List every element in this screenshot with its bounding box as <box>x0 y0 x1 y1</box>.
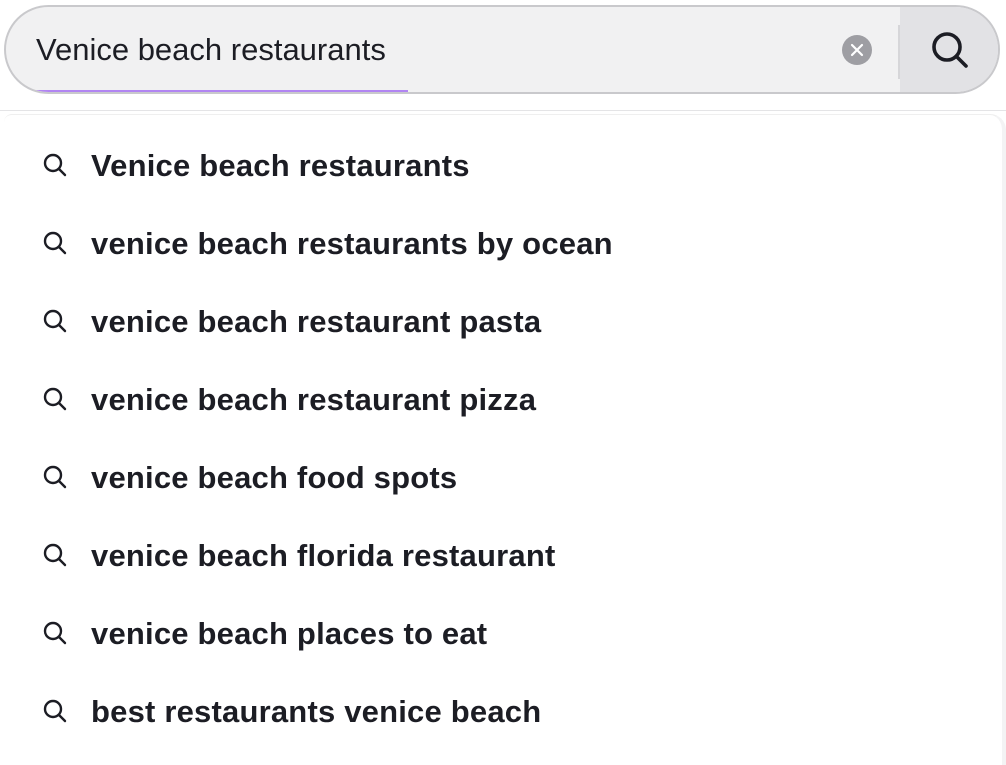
suggestion-item[interactable]: venice beach florida restaurant <box>4 505 994 583</box>
suggestion-item[interactable]: best restaurants venice beach <box>4 661 994 739</box>
search-icon <box>43 465 67 489</box>
search-icon <box>43 387 67 411</box>
suggestion-item[interactable]: venice beach places to eat <box>4 583 994 661</box>
search-icon <box>43 543 67 567</box>
suggestion-label: best restaurants venice beach <box>91 694 542 729</box>
suggestion-label: venice beach restaurant pizza <box>91 382 537 417</box>
search-submit-button[interactable] <box>900 7 998 92</box>
search-icon <box>932 31 968 68</box>
suggestion-label: venice beach florida restaurant <box>91 538 556 573</box>
clear-search-button[interactable] <box>842 35 872 65</box>
active-underline <box>34 90 408 92</box>
close-icon <box>850 43 864 57</box>
suggestion-label: venice beach restaurants by ocean <box>91 226 613 261</box>
suggestions-dropdown: Venice beach restaurants venice beach re… <box>4 114 1006 765</box>
suggestion-label: venice beach food spots <box>91 460 458 495</box>
search-header <box>0 0 1006 111</box>
search-icon <box>43 621 67 645</box>
search-icon <box>43 309 67 333</box>
suggestion-item[interactable]: venice beach food spots <box>4 427 994 505</box>
suggestion-item[interactable]: venice beach restaurant pasta <box>4 271 994 349</box>
suggestion-label: Venice beach restaurants <box>91 148 470 183</box>
suggestion-item[interactable]: venice beach restaurants by ocean <box>4 193 994 271</box>
suggestion-label: venice beach restaurant pasta <box>91 304 542 339</box>
search-icon <box>43 231 67 255</box>
search-bar <box>4 5 1000 94</box>
suggestion-label: venice beach places to eat <box>91 616 488 651</box>
suggestion-item[interactable]: Venice beach restaurants <box>4 115 994 193</box>
search-icon <box>43 699 67 723</box>
suggestion-item[interactable]: venice beach restaurant pizza <box>4 349 994 427</box>
search-icon <box>43 153 67 177</box>
search-input[interactable] <box>36 7 816 92</box>
